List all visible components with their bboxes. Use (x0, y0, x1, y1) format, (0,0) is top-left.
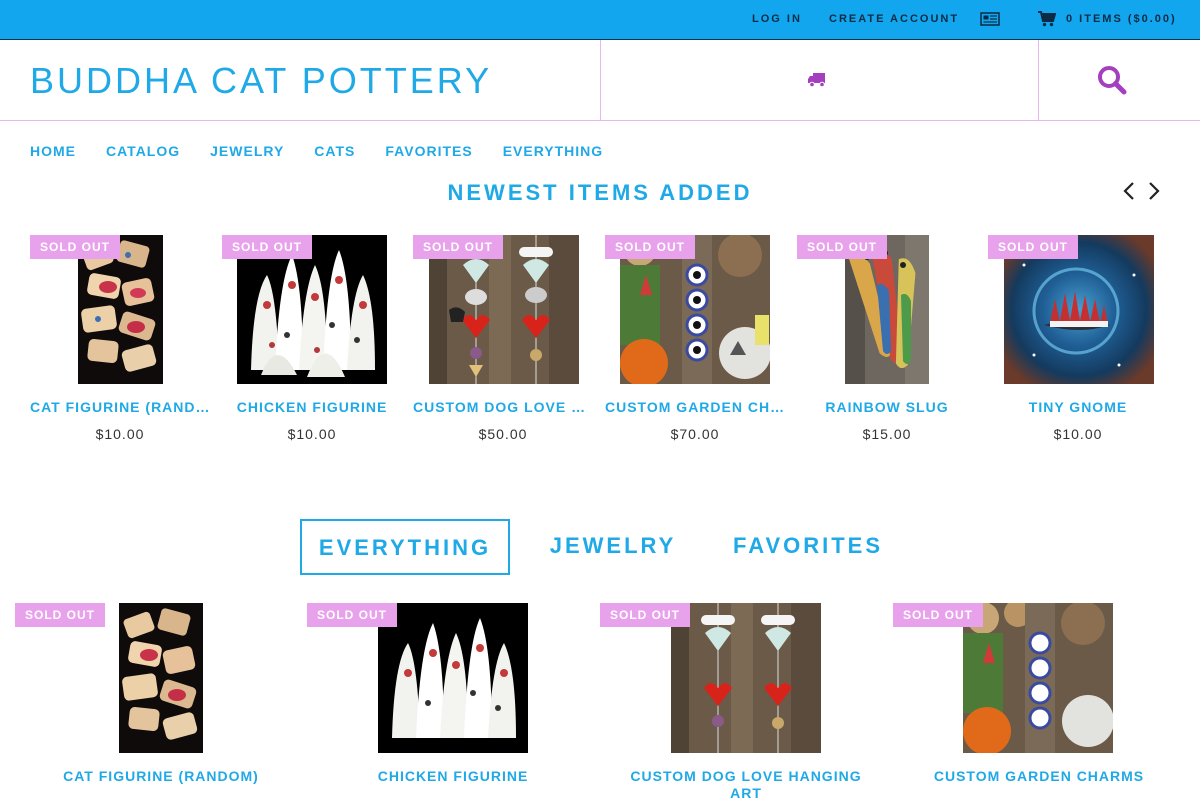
create-account-link[interactable]: CREATE ACCOUNT (829, 13, 959, 25)
product-price: $10.00 (287, 426, 337, 442)
product-name[interactable]: CUSTOM DOG LOVE HANGING ART (600, 768, 892, 800)
product-card[interactable]: SOLD OUT CHICKEN FIGURINE (307, 603, 599, 800)
header-divider (1038, 40, 1039, 120)
main-nav: HOME CATALOG JEWELRY CATS FAVORITES EVER… (30, 143, 633, 161)
product-name[interactable]: CAT FIGURINE (RANDOM) (30, 399, 210, 415)
tab-favorites[interactable]: FAVORITES (720, 519, 896, 575)
sold-out-badge: SOLD OUT (797, 235, 887, 259)
nav-home[interactable]: HOME (30, 143, 76, 161)
nav-jewelry[interactable]: JEWELRY (210, 143, 284, 161)
product-image[interactable] (119, 603, 203, 753)
sold-out-badge: SOLD OUT (600, 603, 690, 627)
product-card[interactable]: SOLD OUT CUSTOM GARDEN CHARMS (893, 603, 1185, 800)
cart-link[interactable]: 0 ITEMS ($0.00) (1066, 13, 1177, 25)
product-card[interactable]: SOLD OUT CAT FIGURINE (RANDOM) $10.00 (30, 235, 210, 445)
site-header: BUDDHA CAT POTTERY (0, 40, 1200, 121)
chevron-left-icon[interactable] (1121, 180, 1137, 202)
product-name[interactable]: TINY GNOME (988, 399, 1168, 415)
newest-items-carousel: SOLD OUT CAT FIGURINE (RANDOM) $10.00 SO… (30, 235, 1180, 445)
top-bar: LOG IN CREATE ACCOUNT 0 ITEMS ($0.00) (0, 0, 1200, 40)
sold-out-badge: SOLD OUT (988, 235, 1078, 259)
sold-out-badge: SOLD OUT (413, 235, 503, 259)
newspaper-icon[interactable] (980, 12, 1000, 26)
nav-favorites[interactable]: FAVORITES (385, 143, 472, 161)
product-card[interactable]: SOLD OUT CUSTOM DOG LOVE HANGING ART $50… (413, 235, 593, 445)
product-card[interactable]: SOLD OUT CUSTOM GARDEN CHARMS $70.00 (605, 235, 785, 445)
product-image[interactable] (671, 603, 821, 753)
product-name[interactable]: CUSTOM DOG LOVE HANGING ART (413, 399, 593, 415)
product-name[interactable]: CAT FIGURINE (RANDOM) (15, 768, 307, 785)
tab-everything[interactable]: EVERYTHING (300, 519, 510, 575)
product-price: $70.00 (670, 426, 720, 442)
product-card[interactable]: SOLD OUT CHICKEN FIGURINE $10.00 (222, 235, 402, 445)
product-card[interactable]: SOLD OUT CUSTOM DOG LOVE HANGING ART (600, 603, 892, 800)
login-link[interactable]: LOG IN (752, 13, 802, 25)
product-name[interactable]: CUSTOM GARDEN CHARMS (605, 399, 785, 415)
sold-out-badge: SOLD OUT (222, 235, 312, 259)
product-card[interactable]: SOLD OUT RAINBOW SLUG $15.00 (797, 235, 977, 445)
sold-out-badge: SOLD OUT (15, 603, 105, 627)
product-card[interactable]: SOLD OUT CAT FIGURINE (RANDOM) (15, 603, 307, 800)
sold-out-badge: SOLD OUT (30, 235, 120, 259)
product-price: $15.00 (862, 426, 912, 442)
chevron-right-icon[interactable] (1146, 180, 1162, 202)
site-logo[interactable]: BUDDHA CAT POTTERY (30, 60, 492, 102)
sold-out-badge: SOLD OUT (893, 603, 983, 627)
product-price: $10.00 (1053, 426, 1103, 442)
header-divider (600, 40, 601, 120)
sold-out-badge: SOLD OUT (605, 235, 695, 259)
tab-jewelry[interactable]: JEWELRY (536, 519, 690, 575)
product-price: $50.00 (478, 426, 528, 442)
nav-catalog[interactable]: CATALOG (106, 143, 180, 161)
sold-out-badge: SOLD OUT (307, 603, 397, 627)
truck-icon[interactable] (806, 70, 828, 88)
search-icon[interactable] (1096, 64, 1128, 96)
product-name[interactable]: CHICKEN FIGURINE (222, 399, 402, 415)
product-card[interactable]: SOLD OUT TINY GNOME $10.00 (988, 235, 1168, 445)
product-name[interactable]: CHICKEN FIGURINE (307, 768, 599, 785)
shopping-cart-icon[interactable] (1038, 11, 1056, 27)
product-price: $10.00 (95, 426, 145, 442)
collection-tabs: EVERYTHING JEWELRY FAVORITES (0, 519, 1200, 575)
product-image[interactable] (963, 603, 1113, 753)
nav-cats[interactable]: CATS (314, 143, 355, 161)
product-name[interactable]: CUSTOM GARDEN CHARMS (893, 768, 1185, 785)
section-title: NEWEST ITEMS ADDED (447, 180, 753, 205)
nav-everything[interactable]: EVERYTHING (503, 143, 604, 161)
product-image[interactable] (378, 603, 528, 753)
product-name[interactable]: RAINBOW SLUG (797, 399, 977, 415)
